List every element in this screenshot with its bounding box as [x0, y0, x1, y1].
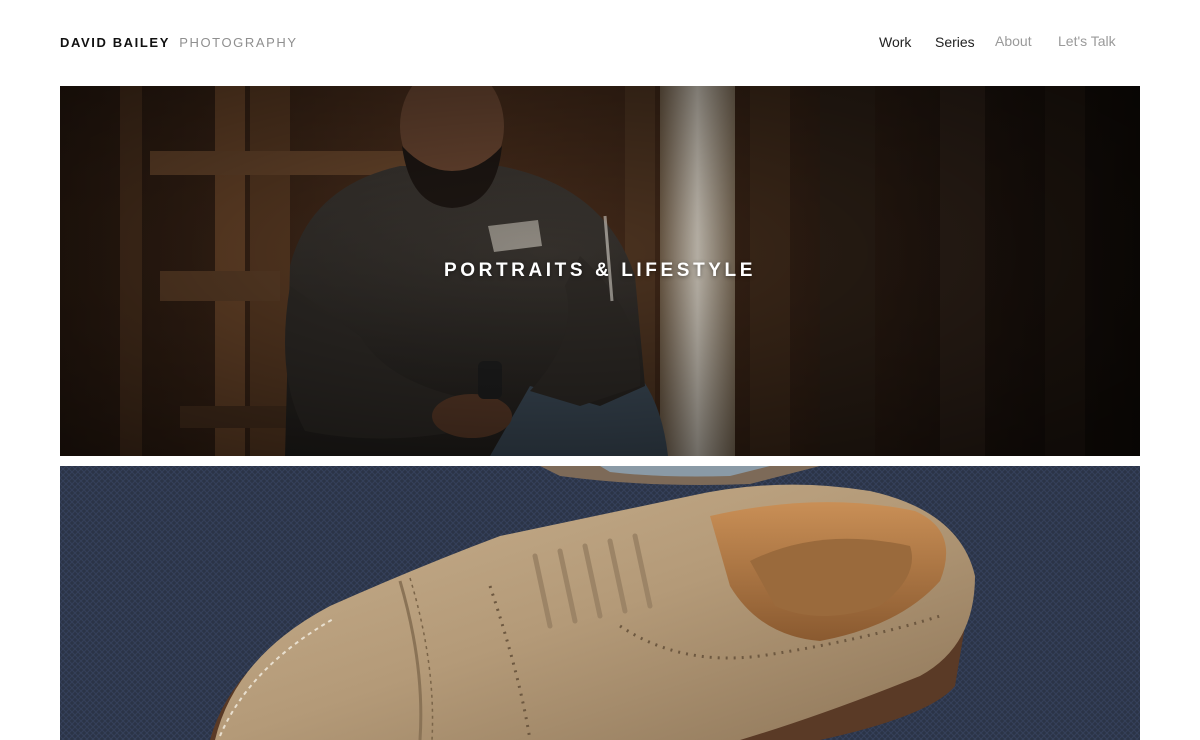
- nav-item-about[interactable]: About: [995, 33, 1032, 49]
- nav-item-lets-talk[interactable]: Let's Talk: [1058, 33, 1116, 49]
- nav-item-work[interactable]: Work: [879, 34, 911, 50]
- main-nav: Work Series About Let's Talk: [0, 33, 1200, 54]
- panel-title-portraits: PORTRAITS & LIFESTYLE: [443, 260, 757, 281]
- site-header: DAVID BAILEY PHOTOGRAPHY Work Series Abo…: [0, 0, 1200, 86]
- gallery-panel-product[interactable]: [60, 466, 1140, 740]
- nav-item-series[interactable]: Series: [935, 34, 975, 50]
- gallery-panel-portraits[interactable]: PORTRAITS & LIFESTYLE: [60, 86, 1140, 456]
- suede-shoe-photo: [60, 466, 1140, 740]
